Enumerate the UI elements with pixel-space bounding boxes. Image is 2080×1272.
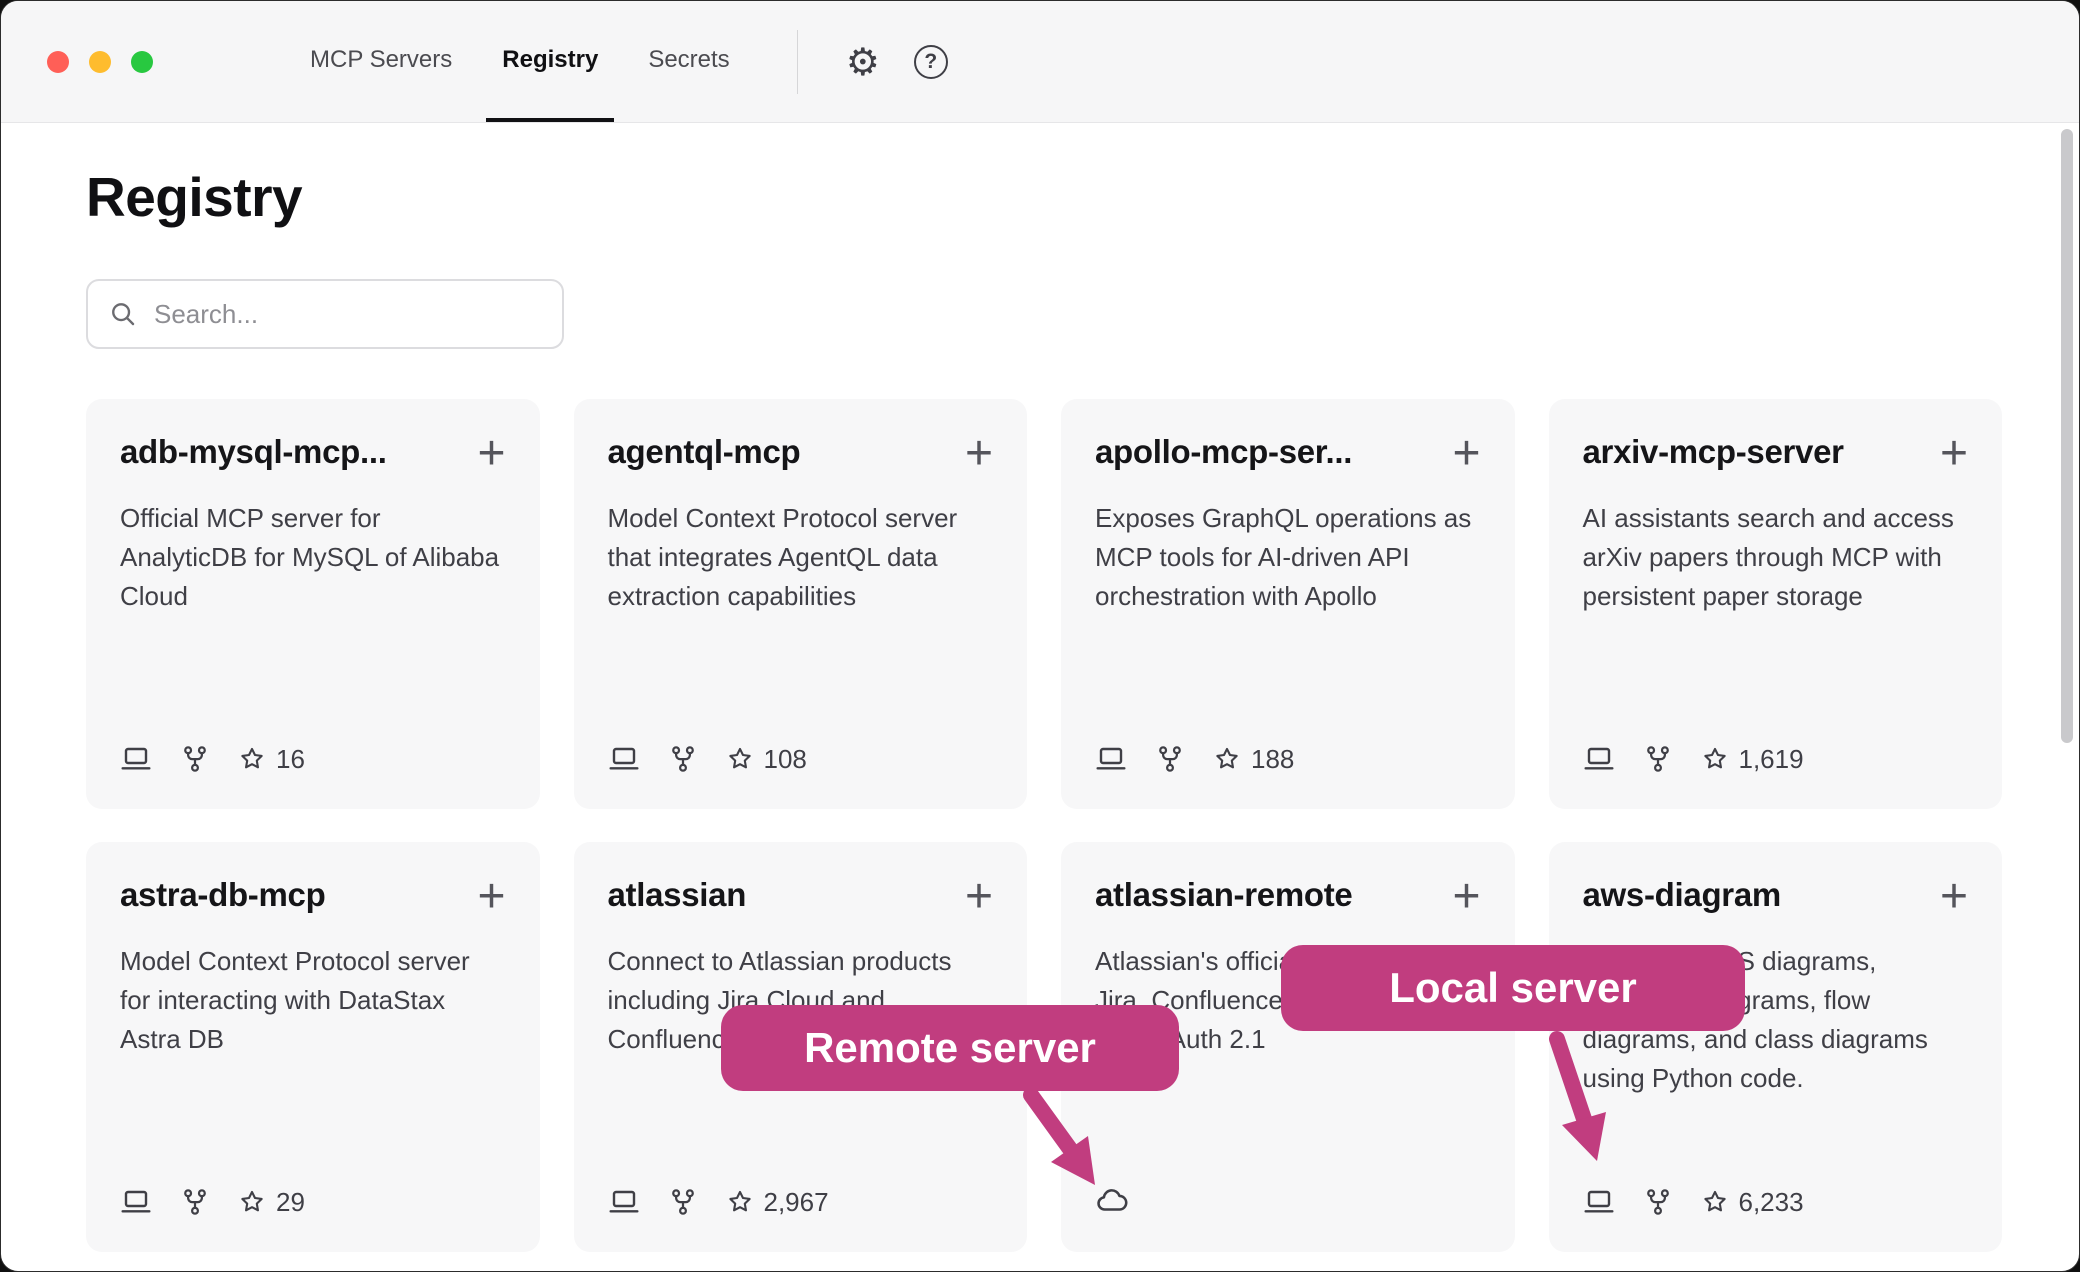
star-icon <box>726 1188 754 1216</box>
fork-icon <box>668 1187 698 1217</box>
server-card: astra-db-mcp + Model Context Protocol se… <box>86 842 540 1252</box>
server-description: Official MCP server for AnalyticDB for M… <box>120 499 506 616</box>
gear-icon: ⚙ <box>846 43 880 81</box>
settings-button[interactable]: ⚙ <box>846 43 880 81</box>
laptop-icon <box>608 743 640 775</box>
fork-icon <box>180 1187 210 1217</box>
search-box <box>86 279 564 349</box>
cloud-icon <box>1095 1184 1129 1218</box>
titlebar: MCP Servers Registry Secrets ⚙ ? <box>1 1 2079 123</box>
app-window: MCP Servers Registry Secrets ⚙ ? Registr… <box>0 0 2080 1272</box>
star-icon <box>238 745 266 773</box>
help-button[interactable]: ? <box>914 45 948 79</box>
star-icon <box>1701 745 1729 773</box>
star-count: 2,967 <box>764 1187 829 1218</box>
server-name: aws-diagram <box>1583 876 1781 914</box>
add-server-button[interactable]: + <box>1452 878 1480 916</box>
page-title: Registry <box>86 165 2002 229</box>
laptop-icon <box>608 1186 640 1218</box>
star-rating: 2,967 <box>726 1187 829 1218</box>
toolbar-divider <box>797 30 798 94</box>
fork-icon <box>1643 744 1673 774</box>
star-count: 188 <box>1251 744 1294 775</box>
laptop-icon <box>1095 743 1127 775</box>
tab-secrets[interactable]: Secrets <box>632 1 745 122</box>
laptop-icon <box>1583 743 1615 775</box>
laptop-icon <box>120 1186 152 1218</box>
add-server-button[interactable]: + <box>477 878 505 916</box>
server-card: apollo-mcp-ser... + Exposes GraphQL oper… <box>1061 399 1515 809</box>
vertical-scrollbar[interactable] <box>2061 129 2073 743</box>
search-input[interactable] <box>154 299 542 330</box>
toolbar-actions: ⚙ ? <box>846 1 948 122</box>
traffic-lights <box>47 1 153 122</box>
server-name: agentql-mcp <box>608 433 801 471</box>
add-server-button[interactable]: + <box>965 435 993 473</box>
star-icon <box>1213 745 1241 773</box>
star-count: 29 <box>276 1187 305 1218</box>
add-server-button[interactable]: + <box>1940 435 1968 473</box>
fork-icon <box>668 744 698 774</box>
laptop-icon <box>120 743 152 775</box>
server-card: arxiv-mcp-server + AI assistants search … <box>1549 399 2003 809</box>
remote-server-annotation: Remote server <box>721 1005 1179 1091</box>
star-rating: 16 <box>238 744 305 775</box>
star-count: 6,233 <box>1739 1187 1804 1218</box>
add-server-button[interactable]: + <box>965 878 993 916</box>
server-card: agentql-mcp + Model Context Protocol ser… <box>574 399 1028 809</box>
main-tabs: MCP Servers Registry Secrets <box>285 1 755 122</box>
server-name: astra-db-mcp <box>120 876 325 914</box>
star-rating: 108 <box>726 744 807 775</box>
server-description: Exposes GraphQL operations as MCP tools … <box>1095 499 1481 616</box>
fork-icon <box>1643 1187 1673 1217</box>
close-button[interactable] <box>47 51 69 73</box>
laptop-icon <box>1583 1186 1615 1218</box>
star-rating: 188 <box>1213 744 1294 775</box>
server-name: atlassian-remote <box>1095 876 1352 914</box>
tab-registry[interactable]: Registry <box>486 1 614 122</box>
star-rating: 1,619 <box>1701 744 1804 775</box>
server-card-grid: adb-mysql-mcp... + Official MCP server f… <box>86 399 2002 1252</box>
tab-mcp-servers[interactable]: MCP Servers <box>294 1 468 122</box>
server-description: AI assistants search and access arXiv pa… <box>1583 499 1969 616</box>
server-description: Model Context Protocol server for intera… <box>120 942 506 1059</box>
add-server-button[interactable]: + <box>1940 878 1968 916</box>
fork-icon <box>1155 744 1185 774</box>
star-icon <box>1701 1188 1729 1216</box>
server-name: arxiv-mcp-server <box>1583 433 1844 471</box>
star-rating: 29 <box>238 1187 305 1218</box>
star-rating: 6,233 <box>1701 1187 1804 1218</box>
star-count: 108 <box>764 744 807 775</box>
local-server-annotation: Local server <box>1281 945 1745 1031</box>
add-server-button[interactable]: + <box>477 435 505 473</box>
server-card: aws-diagram + Generate AWS diagrams, seq… <box>1549 842 2003 1252</box>
star-icon <box>238 1188 266 1216</box>
fork-icon <box>180 744 210 774</box>
star-count: 16 <box>276 744 305 775</box>
server-name: apollo-mcp-ser... <box>1095 433 1352 471</box>
add-server-button[interactable]: + <box>1452 435 1480 473</box>
search-icon <box>108 299 138 329</box>
server-card: adb-mysql-mcp... + Official MCP server f… <box>86 399 540 809</box>
server-name: adb-mysql-mcp... <box>120 433 387 471</box>
server-name: atlassian <box>608 876 747 914</box>
star-icon <box>726 745 754 773</box>
help-icon: ? <box>914 45 948 79</box>
minimize-button[interactable] <box>89 51 111 73</box>
server-description: Model Context Protocol server that integ… <box>608 499 994 616</box>
zoom-button[interactable] <box>131 51 153 73</box>
star-count: 1,619 <box>1739 744 1804 775</box>
